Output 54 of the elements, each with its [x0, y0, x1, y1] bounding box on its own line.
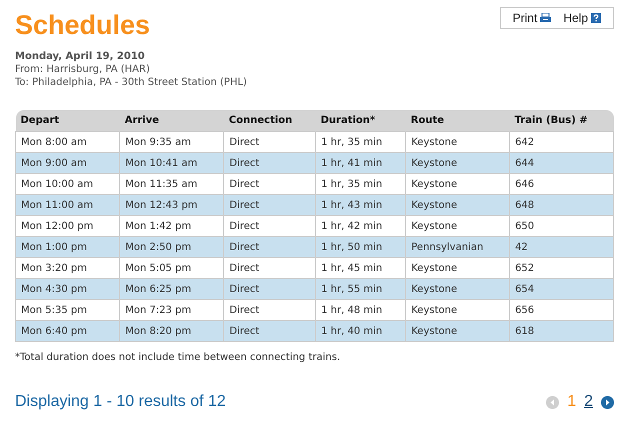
- table-cell: 648: [510, 194, 614, 216]
- table-cell: Direct: [224, 194, 316, 216]
- footnote-text: *Total duration does not include time between connecting trains.: [15, 352, 342, 363]
- table-cell: 1 hr, 35 min: [316, 132, 406, 152]
- table-cell: Direct: [224, 278, 316, 300]
- help-button[interactable]: Help: [559, 11, 605, 25]
- trip-date: Monday, April 19, 2010: [15, 50, 146, 63]
- table-cell: Keystone: [406, 152, 510, 174]
- table-cell: 654: [510, 278, 614, 300]
- column-header: Depart: [16, 110, 120, 132]
- table-cell: Direct: [224, 236, 316, 258]
- origin-text: From: Harrisburg, PA (HAR): [15, 63, 151, 76]
- table-cell: Keystone: [406, 194, 510, 216]
- column-header: Arrive: [120, 110, 224, 132]
- printer-icon: [540, 13, 552, 23]
- table-cell: Direct: [224, 320, 316, 342]
- help-icon: [591, 13, 601, 23]
- table-cell: 618: [510, 320, 614, 342]
- table-cell: 1 hr, 41 min: [316, 152, 406, 174]
- table-cell: Keystone: [406, 132, 510, 152]
- table-cell: Mon 1:00 pm: [16, 236, 120, 258]
- table-cell: 42: [510, 236, 614, 258]
- column-header: Route: [406, 110, 510, 132]
- results-count: Displaying 1 - 10 results of 12: [15, 393, 226, 411]
- next-page-icon[interactable]: [601, 396, 614, 408]
- column-header: Duration*: [316, 110, 406, 132]
- table-cell: 1 hr, 43 min: [316, 194, 406, 216]
- table-cell: Direct: [224, 132, 316, 152]
- table-cell: Mon 2:50 pm: [120, 236, 224, 258]
- page-link[interactable]: 2: [584, 393, 593, 411]
- table-cell: 1 hr, 50 min: [316, 236, 406, 258]
- table-cell: Mon 6:40 pm: [16, 320, 120, 342]
- print-button[interactable]: Print: [508, 11, 556, 25]
- table-cell: Mon 8:00 am: [16, 132, 120, 152]
- table-cell: Mon 11:00 am: [16, 194, 120, 216]
- table-cell: Mon 4:30 pm: [16, 278, 120, 300]
- table-cell: Mon 8:20 pm: [120, 320, 224, 342]
- table-cell: Keystone: [406, 278, 510, 300]
- table-cell: Pennsylvanian: [406, 236, 510, 258]
- column-header: Connection: [224, 110, 316, 132]
- column-header: Train (Bus) #: [510, 110, 614, 132]
- table-cell: Mon 6:25 pm: [120, 278, 224, 300]
- table-cell: Mon 9:00 am: [16, 152, 120, 174]
- destination-text: To: Philadelphia, PA - 30th Street Station (PHL): [15, 76, 248, 89]
- table-cell: Mon 10:41 am: [120, 152, 224, 174]
- table-cell: 642: [510, 132, 614, 152]
- table-cell: 1 hr, 40 min: [316, 320, 406, 342]
- table-cell: Mon 9:35 am: [120, 132, 224, 152]
- table-cell: Mon 12:43 pm: [120, 194, 224, 216]
- table-cell: 1 hr, 55 min: [316, 278, 406, 300]
- table-cell: Direct: [224, 152, 316, 174]
- table-cell: Keystone: [406, 320, 510, 342]
- page-title: Schedules: [15, 10, 150, 41]
- table-cell: 644: [510, 152, 614, 174]
